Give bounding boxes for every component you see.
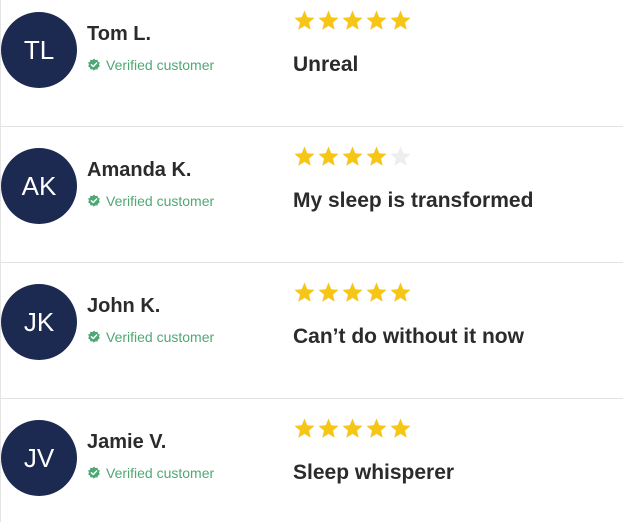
verified-badge: Verified customer (87, 193, 214, 209)
star-filled-icon (390, 10, 411, 30)
verified-check-icon (88, 194, 100, 207)
star-empty-icon (390, 146, 411, 166)
avatar: JK (1, 284, 77, 360)
star-rating (293, 9, 412, 32)
star-filled-icon (318, 282, 339, 302)
review-title: Sleep whisperer (293, 461, 455, 484)
star-filled-icon (390, 282, 411, 302)
star-filled-icon (366, 146, 387, 166)
star-filled-icon (390, 418, 411, 438)
reviewer-name: Jamie V. (87, 431, 167, 453)
star-filled-icon (366, 418, 387, 438)
verified-badge: Verified customer (87, 329, 214, 345)
star-rating (293, 145, 412, 168)
star-filled-icon (318, 10, 339, 30)
verified-check-icon (88, 466, 100, 479)
star-filled-icon (294, 418, 315, 438)
avatar: TL (1, 12, 77, 88)
reviewer-name: Tom L. (87, 23, 152, 45)
review-title: My sleep is transformed (293, 189, 534, 212)
star-filled-icon (294, 282, 315, 302)
avatar: JV (1, 420, 77, 496)
star-filled-icon (342, 146, 363, 166)
verified-badge: Verified customer (87, 465, 214, 481)
star-filled-icon (294, 10, 315, 30)
review-title: Can’t do without it now (293, 325, 524, 348)
star-filled-icon (342, 282, 363, 302)
verified-label: Verified customer (106, 329, 215, 345)
star-filled-icon (342, 10, 363, 30)
star-filled-icon (318, 418, 339, 438)
review-item: JK John K. Verified customer Can’t do wi… (1, 263, 623, 399)
verified-check-icon (88, 330, 100, 343)
review-item: JV Jamie V. Verified customer Sleep whis… (1, 399, 623, 522)
verified-label: Verified customer (106, 465, 215, 481)
star-filled-icon (318, 146, 339, 166)
avatar: AK (1, 148, 77, 224)
star-filled-icon (294, 146, 315, 166)
verified-label: Verified customer (106, 57, 215, 73)
reviewer-name: John K. (87, 295, 161, 317)
star-rating (293, 281, 412, 304)
reviews-list: TL Tom L. Verified customer Unreal AK Am… (0, 0, 623, 522)
star-filled-icon (342, 418, 363, 438)
star-filled-icon (366, 10, 387, 30)
verified-label: Verified customer (106, 193, 215, 209)
star-rating (293, 417, 412, 440)
star-filled-icon (366, 282, 387, 302)
review-title: Unreal (293, 53, 359, 76)
review-item: TL Tom L. Verified customer Unreal (1, 0, 623, 127)
review-item: AK Amanda K. Verified customer My sleep … (1, 127, 623, 263)
verified-check-icon (88, 58, 100, 71)
reviewer-name: Amanda K. (87, 159, 192, 181)
verified-badge: Verified customer (87, 57, 214, 73)
